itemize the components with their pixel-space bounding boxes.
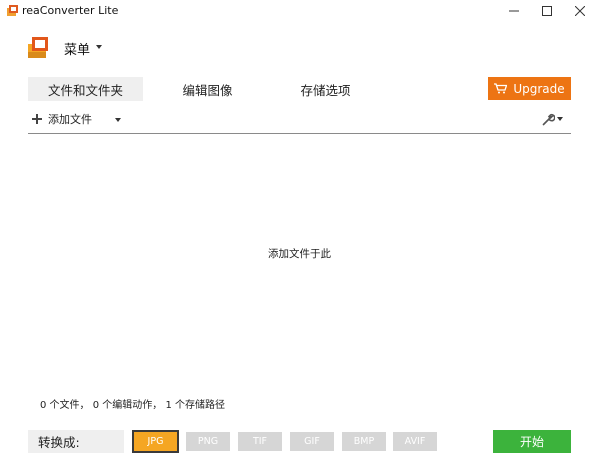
drop-hint: 添加文件于此 — [268, 248, 331, 260]
title-bar: reaConverter Lite — [0, 0, 600, 24]
minimize-button[interactable] — [497, 0, 531, 22]
format-tif-button[interactable]: TIF — [238, 432, 282, 451]
wrench-icon — [542, 113, 555, 125]
add-files-button[interactable]: 添加文件 — [32, 111, 92, 127]
plus-icon — [32, 114, 42, 124]
app-logo-icon[interactable] — [26, 34, 52, 60]
format-bmp-button[interactable]: BMP — [342, 432, 386, 451]
minimize-icon — [509, 10, 519, 12]
format-gif-button[interactable]: GIF — [290, 432, 334, 451]
menu-button[interactable]: 菜单 — [64, 39, 90, 58]
settings-button[interactable] — [542, 111, 566, 127]
chevron-down-icon[interactable] — [115, 118, 121, 122]
upgrade-button[interactable]: Upgrade — [488, 77, 571, 100]
maximize-button[interactable] — [530, 0, 564, 22]
tab-files-and-folders[interactable]: 文件和文件夹 — [28, 77, 143, 101]
start-button[interactable]: 开始 — [493, 430, 571, 453]
tab-saving-options[interactable]: 存储选项 — [278, 77, 373, 101]
tab-edit-images[interactable]: 编辑图像 — [160, 77, 255, 101]
chevron-down-icon — [557, 117, 563, 121]
convert-to-label: 转换成: — [28, 430, 124, 453]
file-drop-area[interactable]: 添加文件于此 — [28, 134, 571, 386]
add-files-label: 添加文件 — [48, 113, 92, 126]
close-button[interactable] — [563, 0, 597, 22]
app-icon — [7, 5, 18, 16]
close-icon — [575, 6, 585, 16]
maximize-icon — [542, 6, 552, 16]
chevron-down-icon[interactable] — [96, 45, 102, 49]
cart-icon — [494, 83, 508, 94]
upgrade-label: Upgrade — [513, 81, 565, 96]
format-jpg-button[interactable]: JPG — [132, 430, 179, 453]
status-text: 0 个文件， 0 个编辑动作， 1 个存储路径 — [40, 400, 225, 411]
window-title: reaConverter Lite — [22, 4, 119, 17]
format-png-button[interactable]: PNG — [186, 432, 230, 451]
format-avif-button[interactable]: AVIF — [393, 432, 437, 451]
